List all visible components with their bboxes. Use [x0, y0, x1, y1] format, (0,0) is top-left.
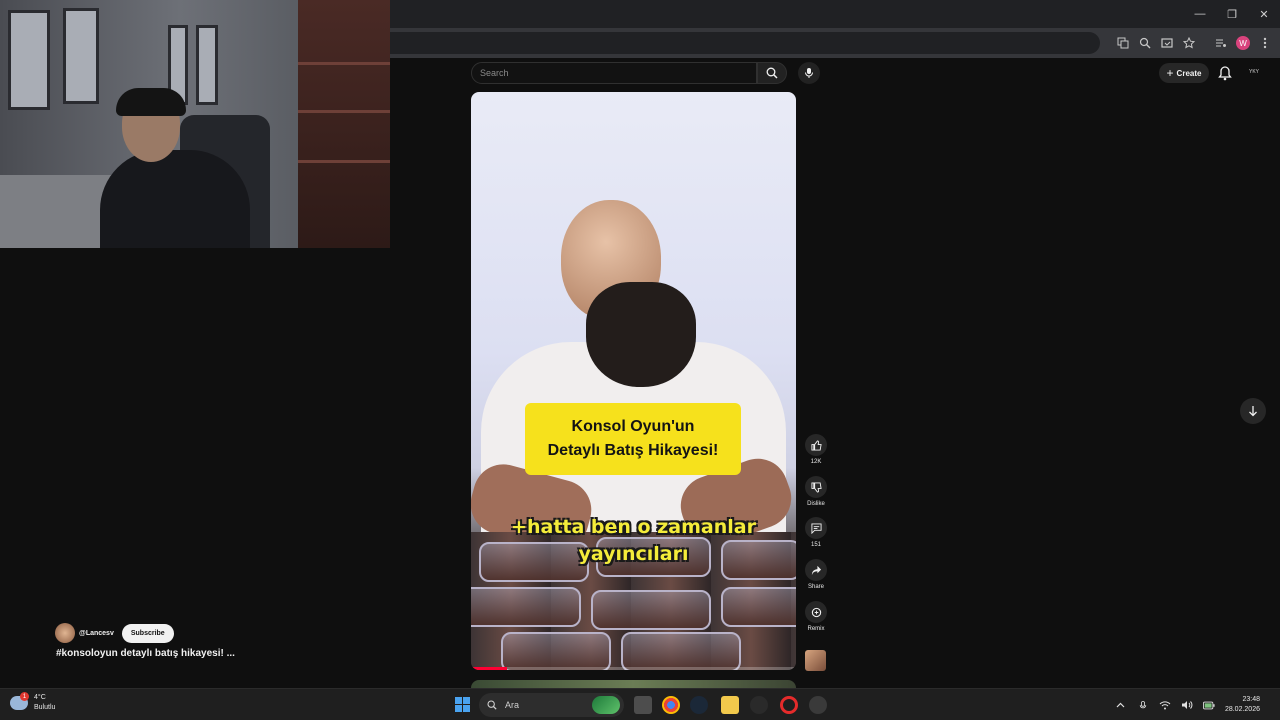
like-action: 12K: [800, 434, 832, 465]
comment-icon: [810, 522, 822, 534]
arrow-down-icon: [1249, 406, 1257, 417]
microphone-icon: [805, 68, 813, 78]
share-icon: [811, 565, 821, 575]
bookmark-star-icon[interactable]: [1182, 36, 1196, 50]
weather-widget[interactable]: 1 4°C Bulutlu: [10, 692, 56, 713]
sound-channel-thumbnail[interactable]: [805, 650, 826, 671]
channel-row: @Lancesv Subscribe: [55, 623, 174, 643]
file-explorer-icon[interactable]: [721, 696, 739, 714]
translate-icon[interactable]: [1116, 36, 1130, 50]
steam-icon[interactable]: [690, 696, 708, 714]
thumbs-up-icon: [810, 439, 822, 451]
address-bar[interactable]: [390, 32, 1100, 54]
remix-action: Remix: [800, 601, 832, 632]
taskbar-search-label: Ara: [505, 700, 520, 710]
caption-line-1: Konsol Oyun'un: [571, 418, 695, 435]
dislike-label: Dislike: [807, 501, 825, 507]
share-action: Share: [800, 559, 832, 590]
system-tray: 23:48 28.02.2026: [1115, 689, 1260, 720]
browser-titlebar: — ❐ ✕: [390, 0, 1280, 28]
next-video-button[interactable]: [1240, 398, 1266, 424]
dislike-button[interactable]: [805, 476, 827, 498]
restore-button[interactable]: ❐: [1216, 0, 1248, 28]
share-button[interactable]: [805, 559, 827, 581]
webcam-overlay: [0, 0, 390, 248]
search-icon: [487, 700, 497, 710]
chrome-icon[interactable]: [662, 696, 680, 714]
weather-condition: Bulutlu: [34, 704, 56, 711]
account-avatar[interactable]: YKY: [1247, 66, 1261, 78]
remix-button[interactable]: [805, 601, 827, 623]
create-label: Create: [1176, 68, 1202, 78]
chevron-up-icon[interactable]: [1115, 699, 1127, 711]
epic-games-icon[interactable]: [750, 696, 768, 714]
notifications-button[interactable]: [1218, 65, 1232, 81]
comments-button[interactable]: [805, 517, 827, 539]
media-control-icon[interactable]: [1214, 36, 1228, 50]
plus-icon: +: [1166, 66, 1174, 80]
caption-line-2: Detaylı Batış Hikayesi!: [547, 442, 719, 459]
taskbar-search[interactable]: Ara: [479, 693, 624, 717]
search-icon: [766, 67, 778, 79]
close-button[interactable]: ✕: [1248, 0, 1280, 28]
clock[interactable]: 23:48 28.02.2026: [1225, 695, 1260, 715]
search-button[interactable]: [757, 62, 787, 84]
subscribe-button[interactable]: Subscribe: [121, 623, 174, 643]
video-subtitle: +hatta ben o zamanlar yayıncıları: [471, 514, 796, 568]
voice-search-button[interactable]: [798, 62, 820, 84]
windows-taskbar: 1 4°C Bulutlu Ara 23:48 28.02.2026: [0, 688, 1280, 720]
temperature: 4°C: [34, 694, 46, 701]
start-button[interactable]: [455, 697, 470, 712]
progress-fill: [471, 667, 507, 670]
comments-action: 151: [800, 517, 832, 548]
create-button[interactable]: + Create: [1159, 63, 1209, 83]
bell-icon: [1218, 66, 1232, 81]
app-icon-with-notification[interactable]: [809, 696, 827, 714]
wifi-icon[interactable]: [1159, 699, 1171, 711]
like-count: 12K: [810, 459, 822, 465]
subtitle-line-1: +hatta ben o zamanlar: [511, 516, 756, 538]
thumbs-down-icon: [810, 481, 822, 493]
search-placeholder: Search: [480, 68, 509, 78]
channel-avatar[interactable]: [55, 623, 75, 643]
remix-label: Remix: [807, 626, 825, 632]
zoom-icon[interactable]: [1138, 36, 1152, 50]
browser-toolbar: W: [390, 28, 1280, 58]
short-video-player[interactable]: Konsol Oyun'un Detaylı Batış Hikayesi! +…: [471, 92, 796, 670]
opera-gx-icon[interactable]: [780, 696, 798, 714]
clock-date: 28.02.2026: [1224, 706, 1260, 713]
task-view-icon[interactable]: [634, 696, 652, 714]
cast-icon[interactable]: [1160, 36, 1174, 50]
clock-time: 23:48: [1242, 696, 1260, 703]
volume-icon[interactable]: [1181, 699, 1193, 711]
search-highlight-icon: [592, 696, 620, 714]
video-progress-bar[interactable]: [471, 667, 796, 670]
video-caption-box: Konsol Oyun'un Detaylı Batış Hikayesi!: [525, 403, 741, 475]
video-title[interactable]: #konsoloyun detaylı batış hikayesi! ...: [56, 648, 235, 659]
search-input[interactable]: Search: [471, 62, 757, 84]
battery-icon[interactable]: [1202, 699, 1215, 711]
minimize-button[interactable]: —: [1184, 0, 1216, 28]
more-menu-icon[interactable]: [1258, 36, 1272, 50]
weather-badge: 1: [20, 692, 29, 701]
cloud-icon: 1: [10, 692, 29, 710]
channel-handle[interactable]: @Lancesv: [79, 630, 114, 637]
remix-icon: [811, 607, 821, 617]
subtitle-line-2: yayıncıları: [578, 543, 689, 565]
comment-count: 151: [810, 542, 821, 548]
dislike-action: Dislike: [800, 476, 832, 507]
youtube-shorts-page: Search + Create YKY Konsol Oyun'un Detay…: [390, 58, 1280, 690]
microphone-icon[interactable]: [1137, 699, 1149, 711]
profile-avatar[interactable]: W: [1236, 36, 1250, 50]
like-button[interactable]: [805, 434, 827, 456]
share-label: Share: [807, 584, 824, 590]
